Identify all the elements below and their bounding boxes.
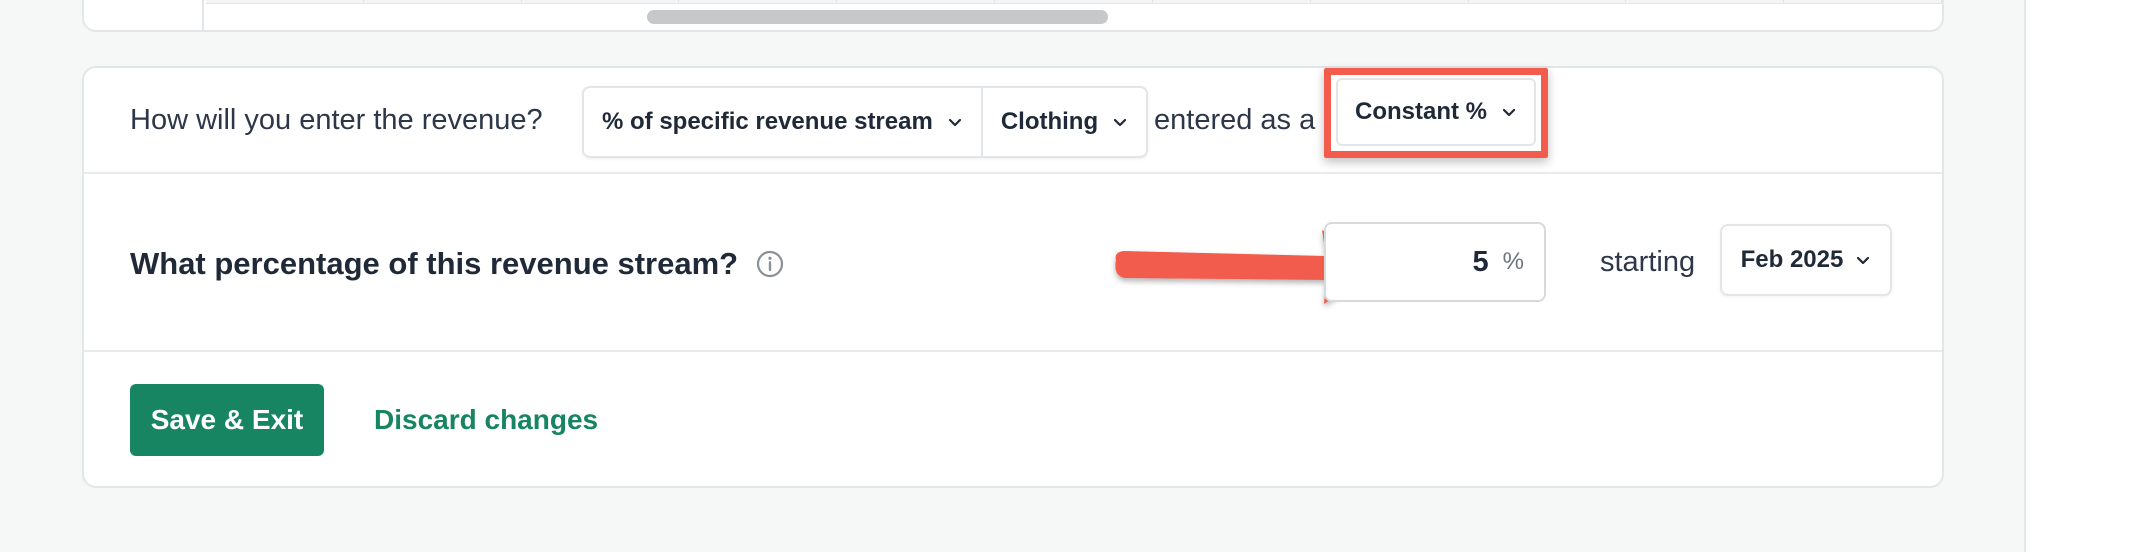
start-date-dropdown[interactable]: Feb 2025 — [1720, 224, 1892, 296]
percentage-input[interactable]: 5 % — [1324, 222, 1546, 302]
entered-as-label: entered as a — [1154, 104, 1316, 136]
horizontal-scrollbar[interactable] — [647, 10, 1108, 24]
revenue-table-bottom — [82, 0, 1944, 32]
percentage-question-label: What percentage of this revenue stream? — [130, 246, 739, 281]
table-grid-row — [206, 0, 1942, 4]
revenue-settings-card: How will you enter the revenue? % of spe… — [82, 66, 1944, 488]
save-exit-button[interactable]: Save & Exit — [130, 384, 324, 456]
percentage-value: 5 — [1472, 245, 1489, 278]
table-first-column — [84, 0, 204, 30]
method-dropdown-label: % of specific revenue stream — [602, 108, 933, 135]
stream-dropdown[interactable]: Clothing — [980, 88, 1146, 156]
entry-method-row: How will you enter the revenue? % of spe… — [84, 68, 1942, 174]
chevron-down-icon — [1114, 118, 1127, 127]
entry-method-dropdown-group: % of specific revenue stream Clothing — [582, 86, 1149, 158]
entry-type-dropdown[interactable]: Constant % — [1336, 78, 1536, 146]
percentage-row: What percentage of this revenue stream? … — [84, 174, 1942, 352]
info-icon[interactable] — [756, 250, 784, 278]
percentage-unit: % — [1502, 248, 1524, 275]
percentage-question: What percentage of this revenue stream? — [130, 246, 784, 282]
right-panel-edge — [2024, 0, 2144, 552]
page: How will you enter the revenue? % of spe… — [0, 0, 2144, 552]
stream-dropdown-label: Clothing — [1000, 108, 1099, 135]
entry-type-dropdown-label: Constant % — [1355, 98, 1487, 125]
start-date-label: Feb 2025 — [1740, 246, 1844, 273]
actions-row: Save & Exit Discard changes — [84, 352, 1942, 488]
chevron-down-icon — [1502, 108, 1516, 117]
chevron-down-icon — [1857, 256, 1870, 265]
chevron-down-icon — [948, 118, 961, 127]
starting-label: starting — [1600, 246, 1696, 278]
entry-method-question: How will you enter the revenue? — [130, 104, 543, 136]
method-dropdown[interactable]: % of specific revenue stream — [584, 88, 981, 156]
discard-changes-link[interactable]: Discard changes — [374, 404, 598, 436]
